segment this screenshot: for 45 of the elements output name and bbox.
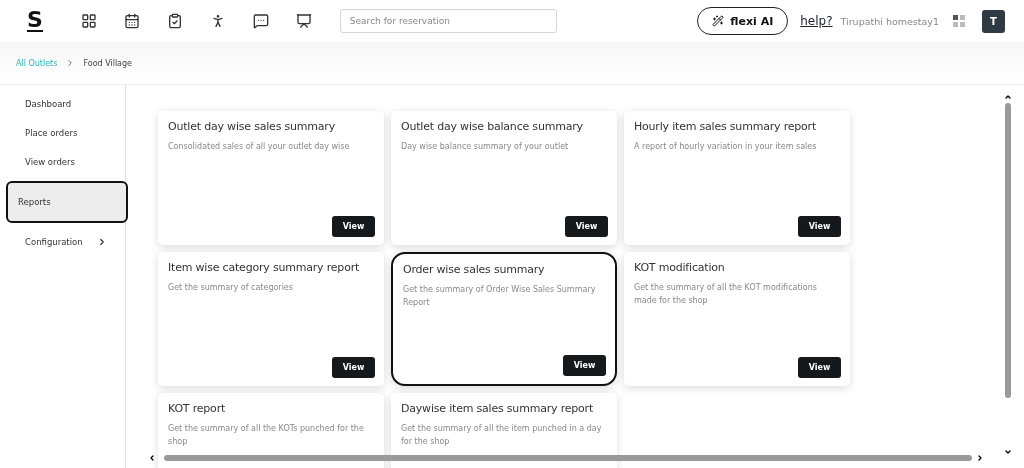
scroll-down-icon[interactable]: [1004, 448, 1012, 456]
sidebar-item[interactable]: Dashboard: [13, 94, 125, 114]
report-description: A report of hourly variation in your item sales: [634, 141, 818, 153]
report-description: Get the summary of Order Wise Sales Summary Report: [403, 284, 597, 309]
sidebar-item[interactable]: View orders: [13, 152, 125, 172]
current-page-label: Food Village: [83, 58, 132, 68]
report-title: Hourly item sales summary report: [634, 120, 818, 133]
view-button[interactable]: View: [565, 216, 608, 237]
chat-icon[interactable]: [252, 13, 269, 29]
report-title: KOT modification: [634, 261, 726, 274]
flexi-ai-button[interactable]: flexi AI: [697, 7, 789, 35]
report-description: Get the summary of all the KOT modifications made for the shop: [634, 282, 818, 307]
avatar[interactable]: T: [982, 9, 1005, 33]
sidebar-item[interactable]: Configuration: [13, 232, 125, 252]
sidebar-item[interactable]: Reports: [6, 181, 128, 223]
clipboard-check-icon[interactable]: [166, 13, 183, 29]
view-button[interactable]: View: [332, 216, 375, 237]
report-description: Get the summary of all the item punched in a day for the shop: [401, 423, 603, 448]
report-description: Get the summary of all the KOTs punched for the shop: [168, 423, 365, 448]
search-field[interactable]: Search for reservation: [339, 9, 557, 33]
report-title: Outlet day wise balance summary: [401, 120, 584, 133]
report-description: Get the summary of categories: [168, 282, 294, 294]
view-button[interactable]: View: [563, 355, 606, 376]
view-button[interactable]: View: [798, 216, 841, 237]
scroll-left-icon[interactable]: [148, 454, 156, 462]
apps-icon[interactable]: [953, 15, 965, 27]
help-link[interactable]: help?: [800, 14, 833, 28]
report-title: Order wise sales summary: [403, 263, 546, 276]
logo[interactable]: S: [27, 10, 43, 32]
view-button[interactable]: View: [798, 357, 841, 378]
calendar-icon[interactable]: [123, 13, 140, 29]
scroll-up-icon[interactable]: [1004, 93, 1012, 101]
report-description: Day wise balance summary of your outlet: [401, 141, 570, 153]
view-button[interactable]: View: [332, 357, 375, 378]
scroll-right-icon[interactable]: [976, 454, 984, 462]
report-title: Outlet day wise sales summary: [168, 120, 336, 133]
presentation-icon[interactable]: [295, 13, 312, 29]
magic-wand-icon: [712, 15, 725, 27]
report-title: Item wise category summary report: [168, 261, 361, 274]
report-description: Consolidated sales of all your outlet day wise: [168, 141, 351, 153]
report-title: KOT report: [168, 402, 227, 415]
sidebar-item[interactable]: Place orders: [13, 123, 125, 143]
account-name: Tirupathi homestay1: [840, 15, 939, 27]
report-title: Daywise item sales summary report: [401, 402, 595, 415]
grid-icon[interactable]: [80, 13, 97, 29]
